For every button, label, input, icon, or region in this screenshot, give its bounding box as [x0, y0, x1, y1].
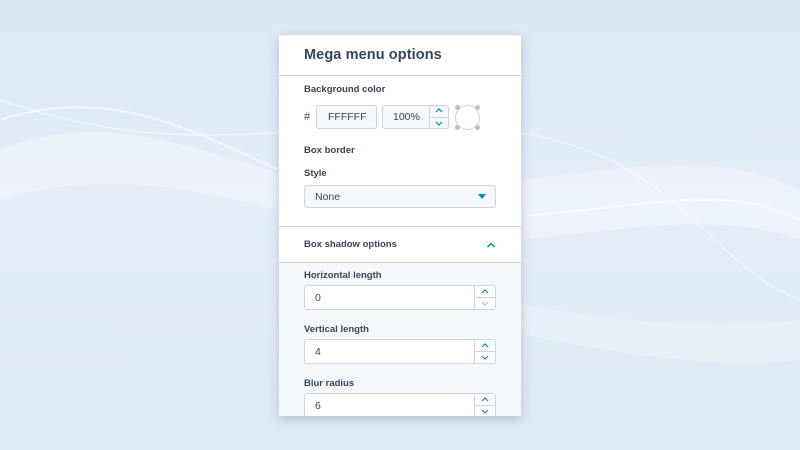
chevron-down-icon	[481, 301, 489, 306]
style-label: Style	[304, 168, 327, 179]
background-color-row: # FFFFFF 100%	[304, 104, 496, 130]
opacity-value: 100%	[393, 111, 420, 123]
panel-title: Mega menu options	[304, 47, 442, 63]
blur-radius-stepper	[474, 394, 495, 416]
hex-color-input[interactable]: FFFFFF	[316, 105, 377, 129]
panel-header: Mega menu options	[279, 35, 521, 76]
box-shadow-accordion-header[interactable]: Box shadow options	[279, 227, 521, 263]
swatch-handle-top-right	[475, 104, 480, 110]
vertical-length-decrement-button[interactable]	[475, 351, 495, 363]
hex-color-value: FFFFFF	[328, 111, 367, 123]
horizontal-length-increment-button[interactable]	[475, 286, 495, 297]
blur-radius-input[interactable]: 6	[304, 393, 496, 416]
chevron-up-icon	[481, 397, 489, 402]
opacity-input[interactable]: 100%	[382, 105, 449, 129]
border-style-value: None	[315, 190, 341, 203]
chevron-down-icon	[481, 355, 489, 360]
swatch-handle-bottom-left	[455, 124, 460, 130]
chevron-up-icon	[481, 289, 489, 294]
blur-radius-value: 6	[315, 399, 321, 412]
border-style-dropdown[interactable]: None	[304, 185, 496, 208]
horizontal-length-field-group: Horizontal length 0	[304, 263, 496, 310]
horizontal-length-decrement-button[interactable]	[475, 297, 495, 309]
blur-radius-decrement-button[interactable]	[475, 405, 495, 416]
chevron-up-icon	[435, 108, 443, 113]
vertical-length-input[interactable]: 4	[304, 339, 496, 364]
chevron-up-icon	[481, 343, 489, 348]
horizontal-length-label: Horizontal length	[304, 270, 382, 281]
box-shadow-options-body: Horizontal length 0 Vertical length 4 Bl…	[279, 263, 521, 416]
horizontal-length-input[interactable]: 0	[304, 285, 496, 310]
opacity-stepper	[429, 106, 448, 129]
horizontal-length-value: 0	[315, 291, 321, 304]
box-border-label: Box border	[304, 145, 355, 156]
swatch-handle-bottom-right	[475, 124, 480, 130]
chevron-up-icon	[486, 241, 496, 248]
blur-radius-label: Blur radius	[304, 378, 355, 389]
opacity-decrement-button[interactable]	[430, 116, 448, 129]
vertical-length-increment-button[interactable]	[475, 340, 495, 351]
horizontal-length-stepper	[474, 286, 495, 309]
vertical-length-field-group: Vertical length 4	[304, 310, 496, 364]
hex-hash-symbol: #	[304, 111, 311, 123]
box-shadow-options-label: Box shadow options	[304, 239, 397, 250]
vertical-length-value: 4	[315, 345, 321, 358]
opacity-increment-button[interactable]	[430, 106, 448, 117]
mega-menu-options-panel: Mega menu options Background color # FFF…	[279, 35, 521, 416]
swatch-handle-top-left	[455, 104, 460, 110]
caret-down-icon	[478, 194, 486, 199]
blur-radius-field-group: Blur radius 6	[304, 364, 496, 416]
vertical-length-stepper	[474, 340, 495, 363]
color-swatch-picker[interactable]	[455, 104, 480, 130]
chevron-down-icon	[481, 409, 489, 414]
background-color-section: Background color # FFFFFF 100% Box borde…	[279, 76, 521, 208]
vertical-length-label: Vertical length	[304, 324, 369, 335]
background-color-label: Background color	[304, 84, 386, 95]
blur-radius-increment-button[interactable]	[475, 394, 495, 405]
chevron-down-icon	[435, 121, 443, 126]
